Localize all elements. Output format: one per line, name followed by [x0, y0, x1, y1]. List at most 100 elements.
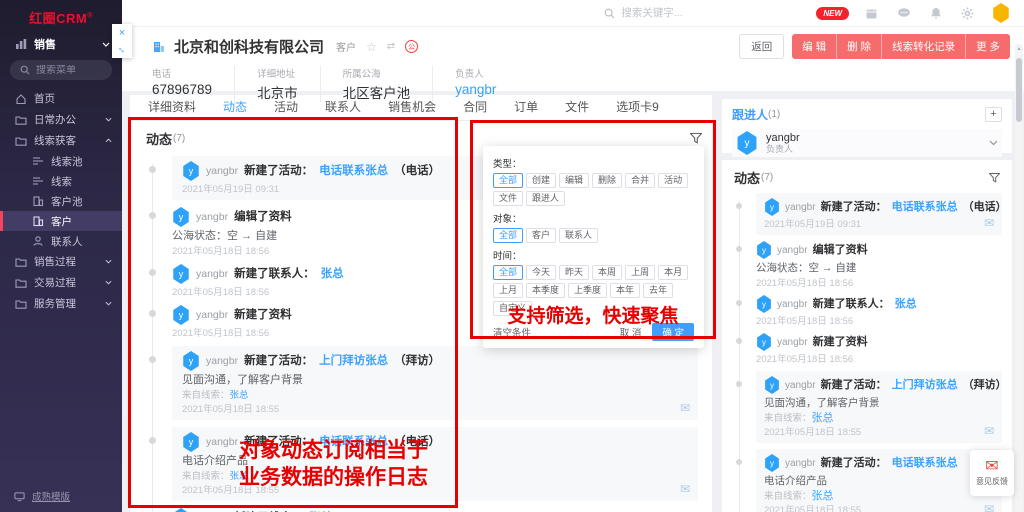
- sidebar-item-leads[interactable]: 线索: [0, 171, 122, 191]
- sidebar-search[interactable]: [10, 60, 112, 80]
- filter-chip[interactable]: 联系人: [559, 228, 598, 243]
- sidebar-item-customer-pool[interactable]: 客户池: [0, 191, 122, 211]
- feedback-mail-icon: ✉: [985, 460, 998, 474]
- filter-chip[interactable]: 本年: [610, 283, 640, 298]
- filter-chip[interactable]: 上月: [493, 283, 523, 298]
- scrollbar-thumb[interactable]: [1016, 58, 1022, 122]
- feed-detail: 见面沟通，了解客户背景: [182, 374, 688, 387]
- scroll-up-arrow[interactable]: ▲: [1015, 46, 1023, 52]
- mail-icon[interactable]: ✉: [680, 482, 690, 496]
- lead-link[interactable]: 张总: [812, 412, 834, 424]
- feed-item[interactable]: y yangbr 新建了活动： 电话联系张总 （电话） 电话介绍产品 来自线索：…: [756, 449, 1002, 512]
- follower-name: yangbr: [766, 132, 800, 144]
- template-link[interactable]: 成熟模版: [13, 489, 70, 503]
- filter-chip[interactable]: 活动: [658, 173, 688, 188]
- filter-chip[interactable]: 本月: [658, 265, 688, 280]
- sidebar-item-contacts[interactable]: 联系人: [0, 231, 122, 251]
- feed-item[interactable]: y yangbr 新建了资料 2021年05月18日 18:56: [756, 333, 1002, 365]
- confirm-button[interactable]: 确 定: [652, 323, 694, 341]
- gear-icon[interactable]: [961, 7, 974, 20]
- mail-icon[interactable]: ✉: [984, 502, 994, 512]
- sidebar-item-sales-process[interactable]: 销售过程: [0, 251, 122, 272]
- chevron-down-icon[interactable]: [989, 140, 998, 146]
- activity-link[interactable]: 上门拜访张总: [892, 378, 958, 393]
- filter-chip[interactable]: 编辑: [559, 173, 589, 188]
- filter-chip[interactable]: 本周: [592, 265, 622, 280]
- public-sea-icon[interactable]: 公: [405, 40, 418, 53]
- filter-chip[interactable]: 本季度: [526, 283, 565, 298]
- field-public-pool: 所属公海 北区客户池: [320, 66, 433, 102]
- owner-link[interactable]: yangbr: [455, 82, 496, 97]
- message-icon[interactable]: [897, 7, 911, 19]
- filter-chip[interactable]: 全部: [493, 228, 523, 243]
- lead-convert-record-button[interactable]: 线索转化记录: [881, 34, 965, 59]
- contact-link[interactable]: 张总: [321, 266, 344, 282]
- filter-chip[interactable]: 今天: [526, 265, 556, 280]
- sidebar-item-daily-office[interactable]: 日常办公: [0, 109, 122, 130]
- feed-item[interactable]: y yangbr 新建了活动： 上门拜访张总 （拜访） 见面沟通，了解客户背景 …: [756, 371, 1002, 443]
- filter-chip[interactable]: 合并: [625, 173, 655, 188]
- filter-chip[interactable]: 上季度: [568, 283, 607, 298]
- filter-chip[interactable]: 上周: [625, 265, 655, 280]
- sidebar-item-leads-group[interactable]: 线索获客: [0, 130, 122, 151]
- filter-chip[interactable]: 全部: [493, 173, 523, 188]
- resize-diagonal-icon[interactable]: ↔: [115, 43, 128, 56]
- feed-item[interactable]: y yangbr 新建了联系人： 张总 2021年05月18日 18:56: [756, 295, 1002, 327]
- sidebar-nav: 首页 日常办公 线索获客 线索池 线索 客户池: [0, 88, 122, 314]
- vertical-scrollbar[interactable]: ▲: [1015, 44, 1023, 512]
- sidebar-item-trade-process[interactable]: 交易过程: [0, 272, 122, 293]
- add-follower-button[interactable]: +: [985, 107, 1002, 122]
- filter-funnel-icon[interactable]: [989, 173, 1000, 183]
- filter-chip[interactable]: 跟进人: [526, 191, 565, 206]
- sidebar-item-home[interactable]: 首页: [0, 88, 122, 109]
- filter-chip[interactable]: 客户: [526, 228, 556, 243]
- back-button[interactable]: 返回: [739, 34, 784, 59]
- mail-icon[interactable]: ✉: [984, 424, 994, 438]
- sidebar-item-customer[interactable]: 客户: [0, 211, 122, 231]
- mail-icon[interactable]: ✉: [680, 401, 690, 415]
- contact-link[interactable]: 张总: [895, 297, 917, 312]
- lead-link[interactable]: 张总: [812, 490, 834, 502]
- transfer-icon[interactable]: ⇄: [387, 41, 395, 52]
- feed-item[interactable]: y yangbr 新建了活动： 电话联系张总 （电话） 电话介绍产品 来自线索：…: [172, 427, 698, 501]
- lead-link[interactable]: 张总: [230, 471, 249, 482]
- calendar-icon[interactable]: [865, 7, 878, 20]
- follower-row[interactable]: y yangbr 负责人: [732, 129, 1002, 157]
- cancel-button[interactable]: 取 消: [620, 325, 642, 339]
- sidebar-item-service-mgmt[interactable]: 服务管理: [0, 293, 122, 314]
- feed-item[interactable]: y yangbr 编辑了资料 公海状态：空 → 自建 2021年05月18日 1…: [756, 241, 1002, 289]
- filter-chip[interactable]: 去年: [643, 283, 673, 298]
- filter-chip[interactable]: 昨天: [559, 265, 589, 280]
- lead-link[interactable]: 张总: [230, 390, 249, 401]
- activity-link[interactable]: 上门拜访张总: [319, 353, 388, 369]
- activity-link[interactable]: 电话联系张总: [319, 434, 388, 450]
- global-search[interactable]: [604, 7, 754, 19]
- activity-link[interactable]: 电话联系张总: [319, 163, 388, 179]
- filter-chip[interactable]: 文件: [493, 191, 523, 206]
- feedback-button[interactable]: ✉ 意见反馈: [970, 450, 1014, 496]
- filter-chip[interactable]: 自定义: [493, 301, 532, 316]
- favorite-star-icon[interactable]: ☆: [366, 40, 377, 54]
- activity-link[interactable]: 电话联系张总: [892, 200, 958, 215]
- filter-funnel-icon[interactable]: [690, 133, 702, 144]
- edit-button[interactable]: 编 辑: [792, 34, 836, 59]
- user-avatar[interactable]: [992, 3, 1010, 23]
- more-button[interactable]: 更 多: [965, 34, 1010, 59]
- clear-filters-button[interactable]: 清空条件: [493, 325, 531, 339]
- feed-date: 2021年05月18日 18:55: [764, 505, 994, 512]
- feed-item[interactable]: y yangbr 新建了活动： 电话联系张总 （电话） 2021年05月19日 …: [756, 193, 1002, 235]
- bell-icon[interactable]: [930, 7, 942, 20]
- close-icon[interactable]: ×: [119, 28, 125, 38]
- delete-button[interactable]: 删 除: [836, 34, 881, 59]
- feed-item[interactable]: y yangbr 新建了活动： 上门拜访张总 （拜访） 见面沟通，了解客户背景 …: [172, 346, 698, 420]
- filter-chip[interactable]: 全部: [493, 265, 523, 280]
- feed-item[interactable]: y yangbr 新建了线索： 张总: [172, 508, 698, 512]
- mail-icon[interactable]: ✉: [984, 216, 994, 230]
- global-search-input[interactable]: [621, 7, 731, 19]
- sidebar-search-input[interactable]: [36, 65, 106, 76]
- filter-chip[interactable]: 创建: [526, 173, 556, 188]
- workspace-switcher[interactable]: 销售: [0, 29, 122, 57]
- sidebar-item-leads-pool[interactable]: 线索池: [0, 151, 122, 171]
- filter-chip[interactable]: 删除: [592, 173, 622, 188]
- activity-link[interactable]: 电话联系张总: [892, 456, 958, 471]
